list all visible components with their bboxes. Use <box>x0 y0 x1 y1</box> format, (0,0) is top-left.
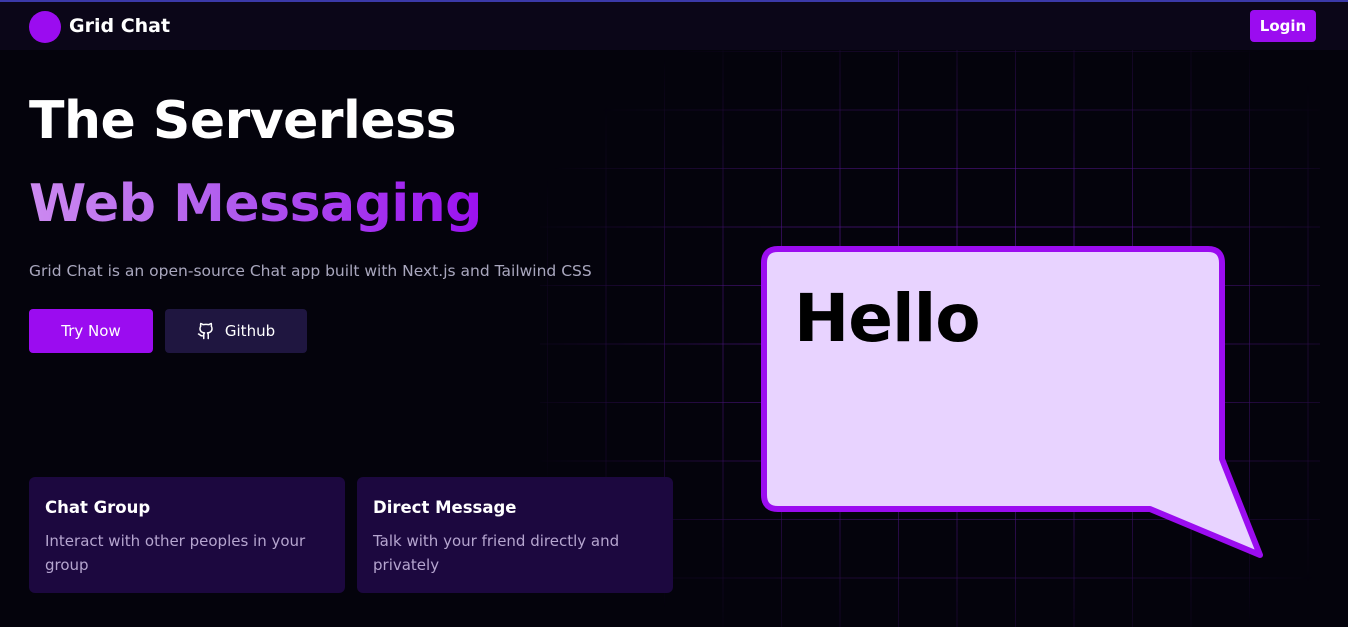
hero-title-line2: Web Messaging <box>29 171 482 237</box>
github-icon <box>197 322 213 340</box>
try-now-button[interactable]: Try Now <box>29 309 153 353</box>
feature-card-description: Interact with other peoples in your grou… <box>45 532 306 574</box>
speech-bubble-text: Hello <box>794 280 981 357</box>
landing-page: Grid Chat Login The Serverless Web Messa… <box>0 0 1348 627</box>
login-button[interactable]: Login <box>1250 10 1316 42</box>
feature-card-title: Direct Message <box>373 498 517 517</box>
feature-card-direct-message: Direct Message Talk with your friend dir… <box>357 477 673 593</box>
feature-card-title: Chat Group <box>45 498 151 517</box>
hero-title-line1: The Serverless <box>29 91 457 151</box>
github-button[interactable]: Github <box>165 309 307 353</box>
github-button-label: Github <box>224 322 276 340</box>
feature-card-chat-group: Chat Group Interact with other peoples i… <box>29 477 345 593</box>
feature-card-description: Talk with your friend directly and priva… <box>373 532 620 574</box>
hero-subtitle: Grid Chat is an open-source Chat app bui… <box>29 262 592 280</box>
navbar: Grid Chat Login <box>0 2 1348 50</box>
logo-circle-icon[interactable] <box>29 11 61 43</box>
brand-name[interactable]: Grid Chat <box>69 14 170 38</box>
